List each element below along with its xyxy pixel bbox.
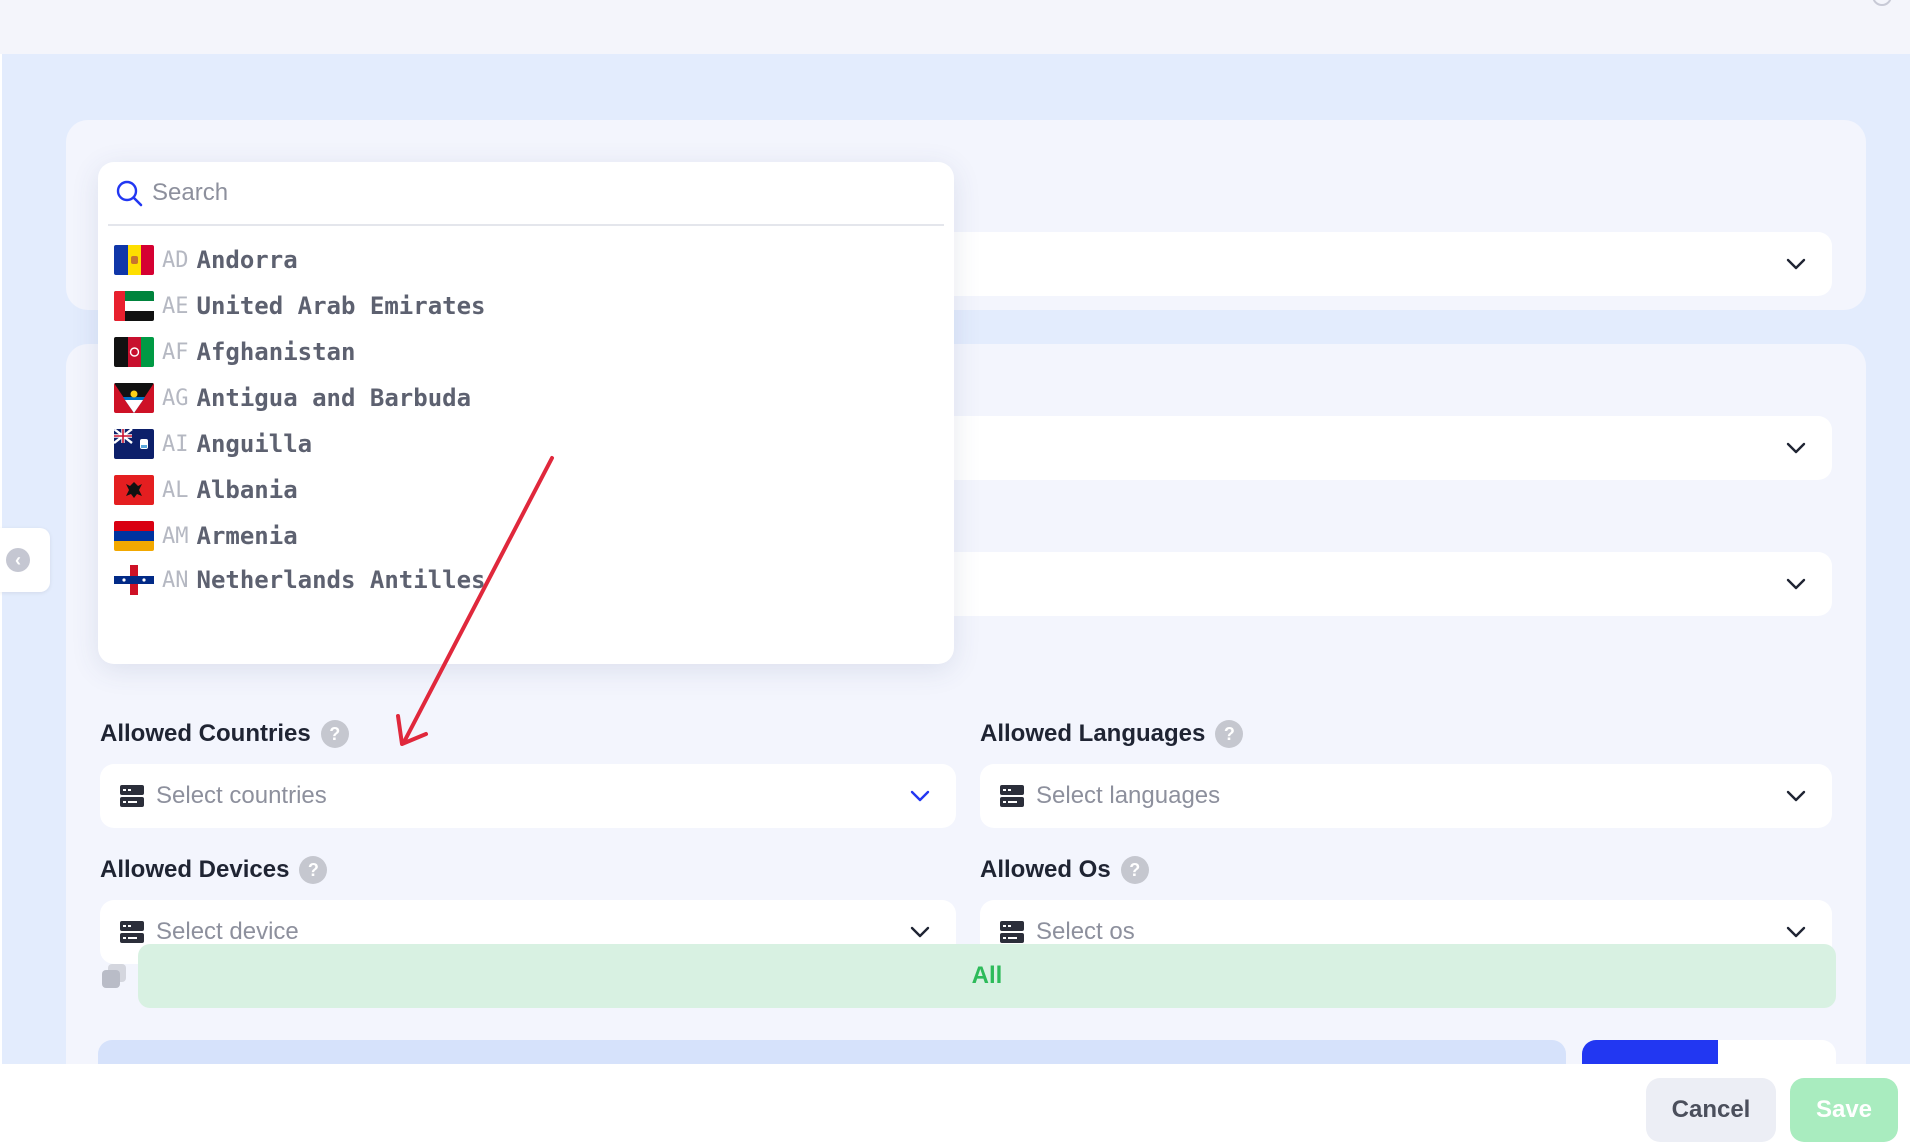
devices-select-placeholder: Select device	[156, 918, 299, 945]
uae-flag-icon	[114, 291, 154, 321]
top-bar	[0, 0, 1910, 54]
allowed-languages-label: Allowed Languages ?	[980, 720, 1244, 748]
help-icon[interactable]: ?	[1120, 856, 1149, 884]
help-icon[interactable]: ?	[320, 720, 349, 748]
netherlands-antilles-flag-icon	[114, 565, 154, 595]
afghanistan-flag-icon	[114, 337, 154, 367]
os-select-placeholder: Select os	[1036, 918, 1135, 945]
allowed-devices-label: Allowed Devices ?	[100, 856, 328, 884]
chevron-down-icon	[1786, 790, 1806, 802]
help-icon[interactable]: ?	[299, 856, 328, 884]
search-icon	[116, 180, 143, 207]
dropdown-search	[108, 162, 944, 226]
copy-icon[interactable]	[100, 962, 128, 990]
list-icon	[120, 785, 144, 807]
languages-select-placeholder: Select languages	[1036, 782, 1221, 809]
footer-bar: Cancel Save	[0, 1064, 1910, 1144]
anguilla-flag-icon	[114, 429, 154, 459]
allowed-countries-label: Allowed Countries ?	[100, 720, 349, 748]
albania-flag-icon	[114, 475, 154, 505]
list-icon	[1000, 785, 1024, 807]
languages-select[interactable]: Select languages	[980, 764, 1832, 828]
chevron-down-icon	[910, 926, 930, 938]
countries-dropdown: AD Andorra AE United Arab Emirates AF Af…	[98, 162, 954, 664]
sidebar-toggle[interactable]: ‹	[0, 528, 50, 592]
allowed-os-label: Allowed Os ?	[980, 856, 1149, 884]
search-input[interactable]	[152, 179, 912, 207]
chevron-down-icon	[1786, 578, 1806, 590]
countries-select[interactable]: Select countries	[100, 764, 956, 828]
all-badge[interactable]: All	[138, 944, 1836, 1008]
save-button[interactable]: Save	[1790, 1078, 1898, 1142]
chevron-left-icon: ‹	[6, 548, 30, 572]
help-icon[interactable]: ?	[1215, 720, 1244, 748]
country-option-an[interactable]: AN Netherlands Antilles	[114, 552, 485, 608]
armenia-flag-icon	[114, 521, 154, 551]
list-icon	[120, 921, 144, 943]
chevron-down-icon	[1786, 926, 1806, 938]
countries-select-placeholder: Select countries	[156, 782, 327, 809]
antigua-flag-icon	[114, 383, 154, 413]
andorra-flag-icon	[114, 245, 154, 275]
chevron-down-icon	[1786, 258, 1806, 270]
cancel-button[interactable]: Cancel	[1646, 1078, 1776, 1142]
country-list: AD Andorra AE United Arab Emirates AF Af…	[98, 226, 954, 664]
avatar[interactable]	[1872, 0, 1892, 6]
chevron-down-icon	[910, 790, 930, 802]
chevron-down-icon	[1786, 442, 1806, 454]
list-icon	[1000, 921, 1024, 943]
